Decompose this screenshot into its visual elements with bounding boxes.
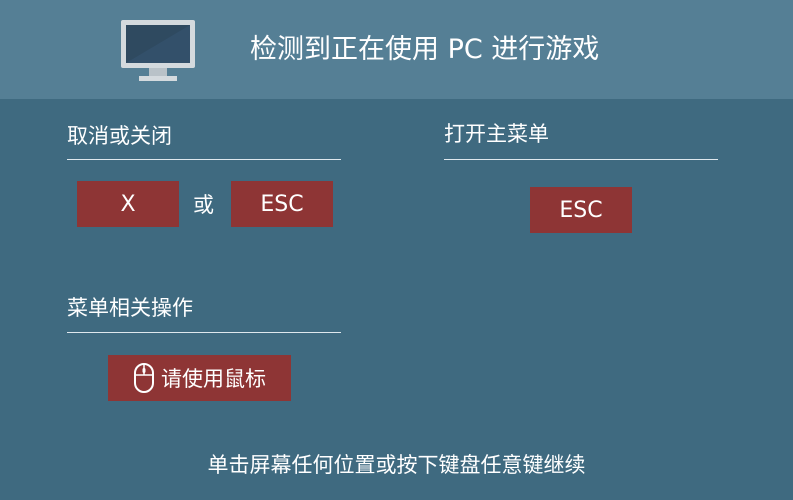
key-x-button[interactable]: X: [77, 181, 179, 227]
page-title: 检测到正在使用 PC 进行游戏: [250, 34, 600, 65]
close-section-title: 取消或关闭: [67, 124, 172, 148]
or-label: 或: [193, 193, 214, 217]
monitor-icon: [121, 20, 195, 81]
mouse-icon: [134, 363, 154, 393]
menu-section-divider: [444, 159, 718, 160]
menu-section-title: 打开主菜单: [444, 122, 549, 146]
menu-ops-section-divider: [67, 332, 341, 333]
key-esc-close-button[interactable]: ESC: [231, 181, 333, 227]
close-section-divider: [67, 159, 341, 160]
key-esc-menu-button[interactable]: ESC: [530, 187, 632, 233]
use-mouse-label: 请使用鼠标: [161, 367, 266, 391]
use-mouse-button[interactable]: 请使用鼠标: [108, 355, 291, 401]
header-bar: 检测到正在使用 PC 进行游戏: [0, 0, 793, 99]
continue-prompt[interactable]: 单击屏幕任何位置或按下键盘任意键继续: [0, 451, 793, 479]
menu-ops-section-title: 菜单相关操作: [67, 296, 193, 320]
